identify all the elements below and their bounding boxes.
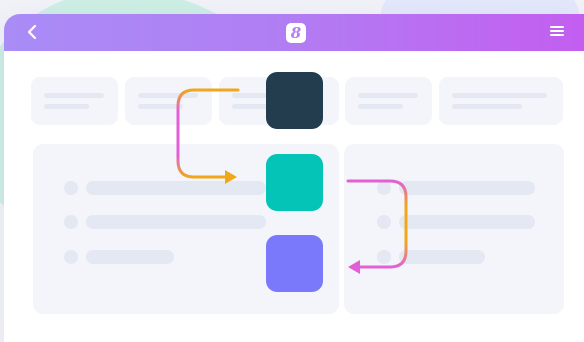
illustration-stage: 8: [0, 0, 584, 342]
list-item-dot: [377, 181, 391, 195]
app-logo: 8: [286, 23, 306, 43]
list-item-bar: [86, 215, 266, 229]
right-panel: [344, 144, 564, 314]
list-item-bar: [86, 181, 266, 195]
list-item-dot: [64, 250, 78, 264]
placeholder-card-5: [439, 77, 563, 125]
hamburger-menu-icon[interactable]: [550, 26, 564, 38]
list-item-bar: [86, 250, 174, 264]
chevron-left-icon[interactable]: [24, 23, 42, 41]
list-item-bar: [399, 181, 535, 195]
list-item-dot: [64, 181, 78, 195]
list-item-bar: [399, 250, 485, 264]
title-bar: 8: [4, 14, 584, 51]
flow-step-dark-tile: [266, 72, 323, 129]
flow-step-violet-tile: [266, 235, 323, 292]
list-item-bar: [399, 215, 535, 229]
placeholder-card-4: [345, 77, 432, 125]
list-item-dot: [377, 215, 391, 229]
placeholder-card-2: [125, 77, 212, 125]
placeholder-card-1: [31, 77, 118, 125]
list-item-dot: [377, 250, 391, 264]
list-item-dot: [64, 215, 78, 229]
flow-step-teal-tile: [266, 154, 323, 211]
